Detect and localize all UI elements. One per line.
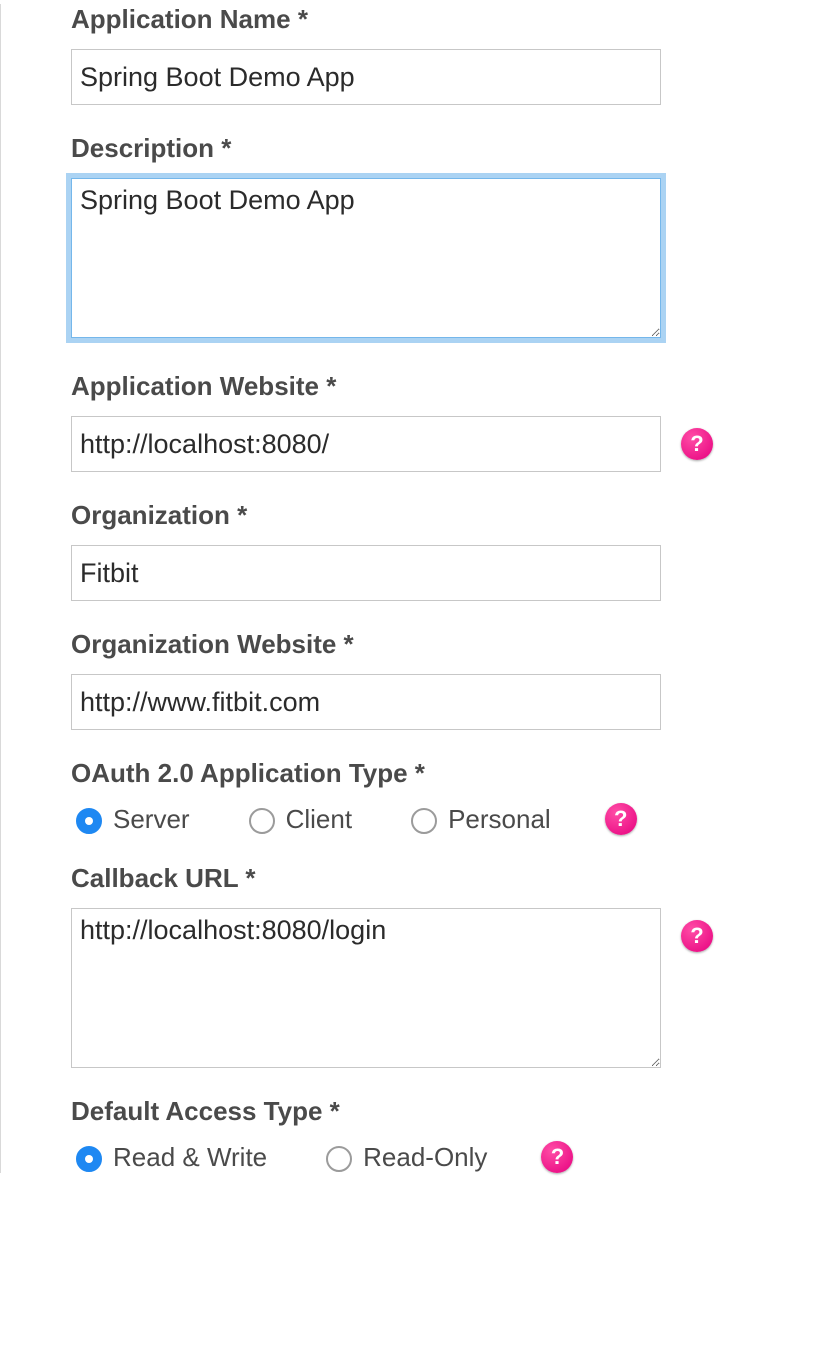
radio-item-personal[interactable]: Personal xyxy=(406,804,551,835)
help-icon[interactable]: ? xyxy=(681,428,713,460)
label-organization-website: Organization Website * xyxy=(71,629,798,660)
field-application-name: Application Name * xyxy=(71,4,798,105)
help-icon[interactable]: ? xyxy=(605,803,637,835)
input-organization[interactable] xyxy=(71,545,661,601)
input-application-name[interactable] xyxy=(71,49,661,105)
radio-read-write[interactable] xyxy=(76,1146,102,1172)
input-description[interactable] xyxy=(71,178,661,338)
field-organization: Organization * xyxy=(71,500,798,601)
field-access-type: Default Access Type * Read & Write Read-… xyxy=(71,1096,798,1173)
radio-label-read-only: Read-Only xyxy=(363,1142,487,1173)
help-icon[interactable]: ? xyxy=(681,920,713,952)
app-registration-form: Application Name * Description * Applica… xyxy=(0,4,838,1173)
input-callback-url[interactable] xyxy=(71,908,661,1068)
radio-label-read-write: Read & Write xyxy=(113,1142,267,1173)
radio-client[interactable] xyxy=(249,808,275,834)
radio-personal[interactable] xyxy=(411,808,437,834)
radio-item-server[interactable]: Server xyxy=(71,804,190,835)
help-icon[interactable]: ? xyxy=(541,1141,573,1173)
input-application-website[interactable] xyxy=(71,416,661,472)
field-description: Description * xyxy=(71,133,798,343)
label-application-website: Application Website * xyxy=(71,371,798,402)
radio-server[interactable] xyxy=(76,808,102,834)
label-oauth-type: OAuth 2.0 Application Type * xyxy=(71,758,798,789)
field-callback-url: Callback URL * ? xyxy=(71,863,798,1068)
field-organization-website: Organization Website * xyxy=(71,629,798,730)
radio-label-personal: Personal xyxy=(448,804,551,835)
radio-item-client[interactable]: Client xyxy=(244,804,352,835)
label-access-type: Default Access Type * xyxy=(71,1096,798,1127)
radio-item-read-only[interactable]: Read-Only xyxy=(321,1142,487,1173)
radio-item-read-write[interactable]: Read & Write xyxy=(71,1142,267,1173)
label-description: Description * xyxy=(71,133,798,164)
label-callback-url: Callback URL * xyxy=(71,863,798,894)
field-oauth-type: OAuth 2.0 Application Type * Server Clie… xyxy=(71,758,798,835)
input-organization-website[interactable] xyxy=(71,674,661,730)
label-application-name: Application Name * xyxy=(71,4,798,35)
radio-read-only[interactable] xyxy=(326,1146,352,1172)
field-application-website: Application Website * ? xyxy=(71,371,798,472)
radio-label-client: Client xyxy=(286,804,352,835)
label-organization: Organization * xyxy=(71,500,798,531)
radio-label-server: Server xyxy=(113,804,190,835)
